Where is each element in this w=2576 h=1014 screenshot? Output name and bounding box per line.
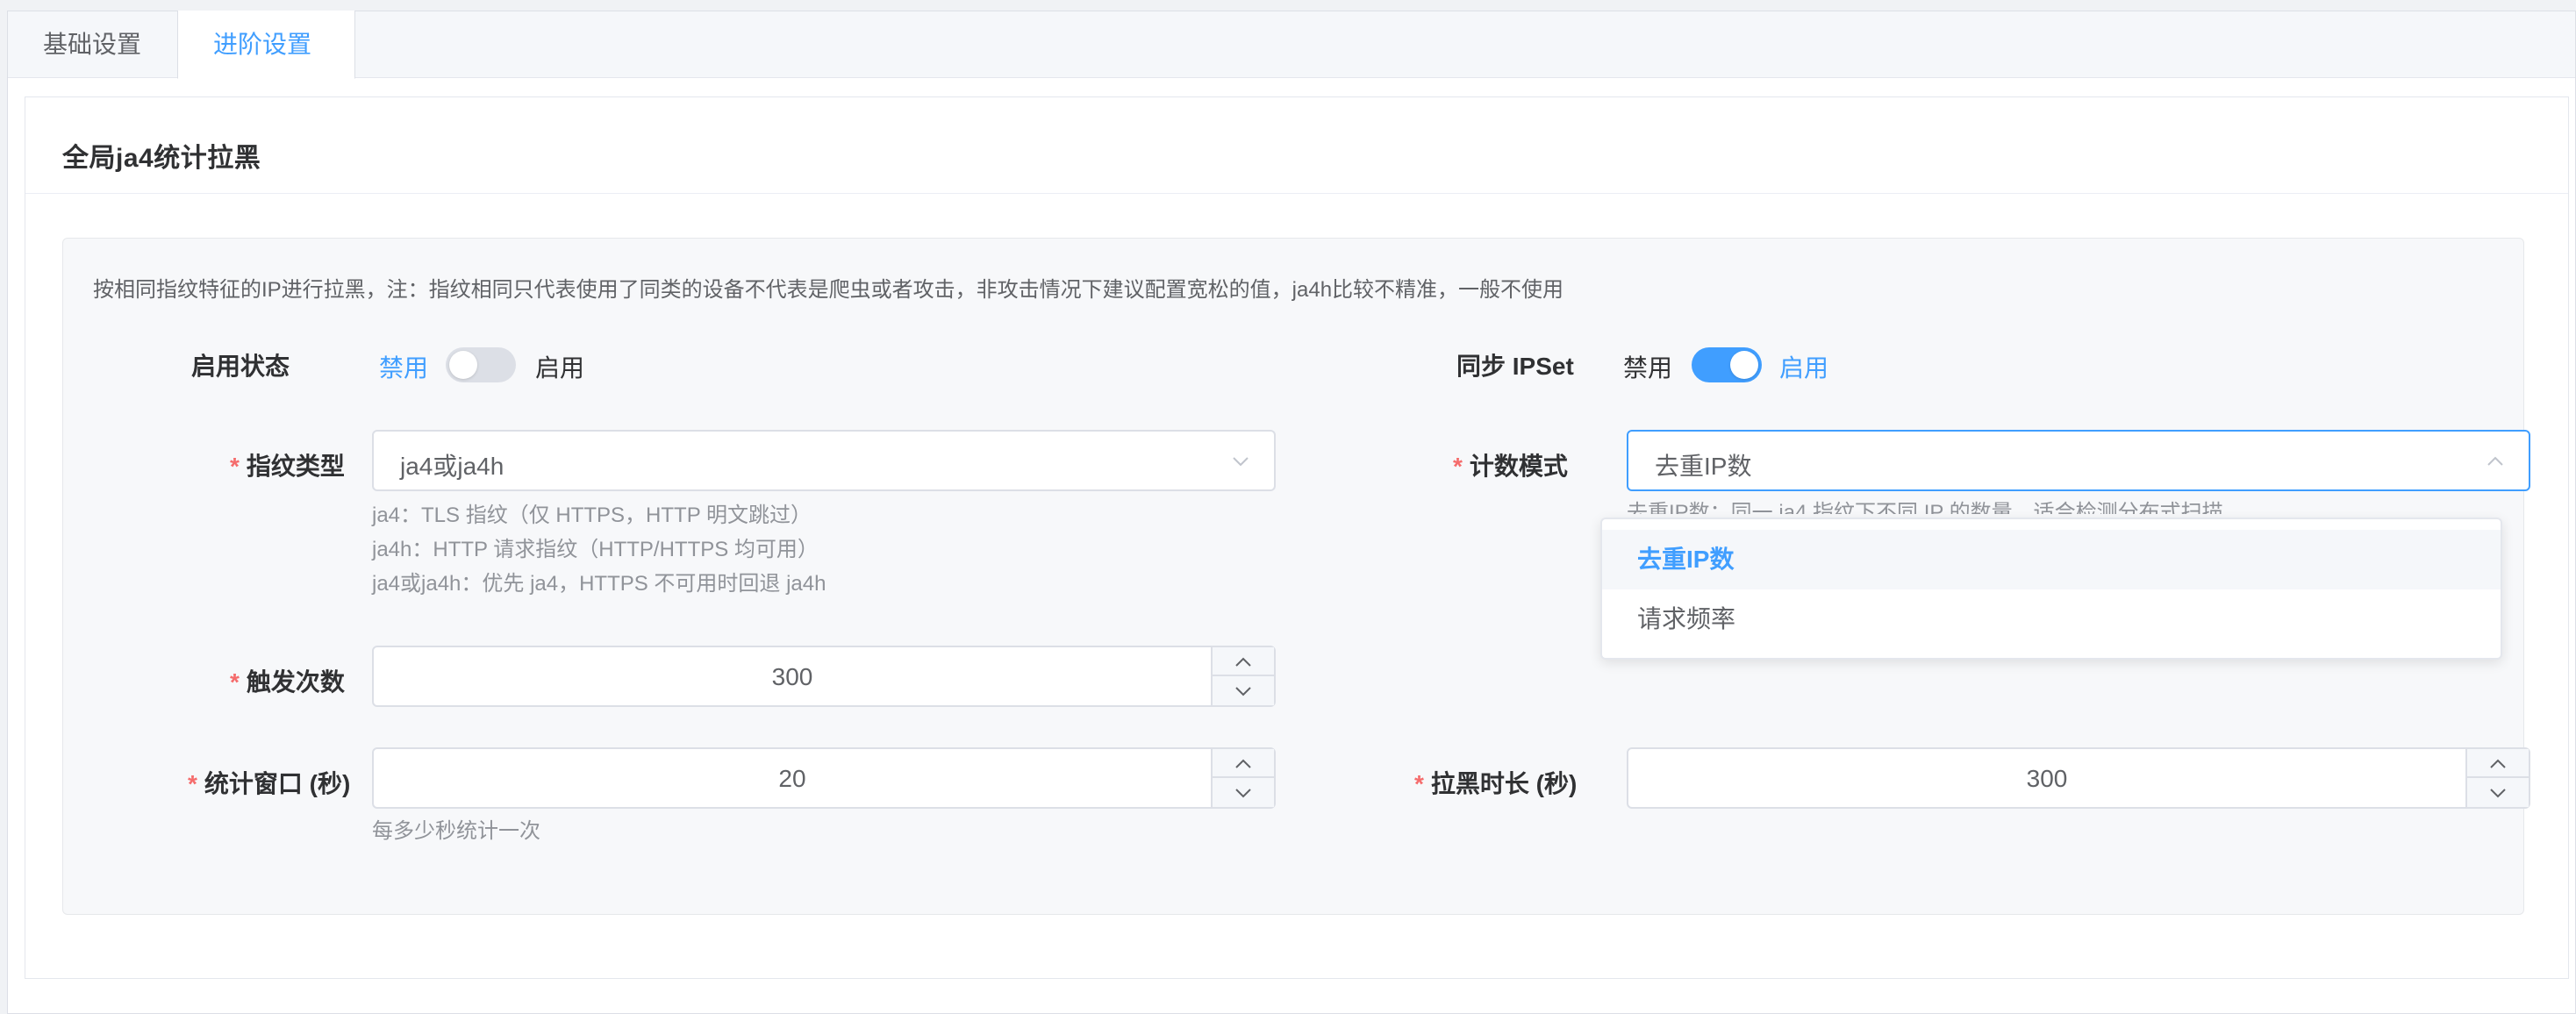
stat-window-input[interactable]: 20 (372, 747, 1276, 809)
sync-ipset-on-text[interactable]: 启用 (1779, 349, 1828, 384)
switch-knob (1730, 351, 1758, 379)
required-mark: * (188, 770, 197, 797)
increment-button[interactable] (1213, 749, 1274, 778)
count-mode-select[interactable]: 去重IP数 (1627, 430, 2530, 491)
count-mode-dropdown: 去重IP数 请求频率 (1600, 518, 2502, 660)
decrement-button[interactable] (1213, 778, 1274, 807)
required-mark: * (1414, 770, 1424, 797)
chevron-down-icon (1233, 457, 1249, 467)
switch-knob (449, 351, 477, 379)
stepper (1211, 749, 1274, 807)
increment-button[interactable] (1213, 647, 1274, 676)
stepper (1211, 647, 1274, 705)
trigger-count-label: * 触发次数 (230, 663, 345, 698)
chevron-up-icon (2487, 456, 2503, 466)
fingerprint-type-label: * 指纹类型 (230, 447, 345, 482)
dropdown-option-request-rate[interactable]: 请求频率 (1602, 589, 2501, 649)
required-mark: * (230, 453, 240, 480)
fingerprint-type-select[interactable]: ja4或ja4h (372, 430, 1276, 491)
fingerprint-type-label-text: 指纹类型 (246, 453, 345, 480)
increment-button[interactable] (2467, 749, 2529, 778)
count-mode-help: 去重IP数：同一 ja4 指纹下不同 IP 的数量，适合检测分布式扫描 (1627, 501, 2223, 514)
trigger-count-label-text: 触发次数 (246, 668, 345, 696)
dropdown-option-dedup-ip[interactable]: 去重IP数 (1602, 530, 2501, 589)
card-title: 全局ja4统计拉黑 (62, 144, 261, 173)
card-header: 全局ja4统计拉黑 (25, 97, 2568, 194)
chevron-down-icon (1235, 687, 1251, 696)
enable-status-on-text[interactable]: 启用 (535, 349, 584, 384)
count-mode-value: 去重IP数 (1655, 453, 1752, 480)
card-description: 按相同指纹特征的IP进行拉黑，注：指纹相同只代表使用了同类的设备不代表是爬虫或者… (93, 278, 1564, 302)
enable-status-switch[interactable] (446, 347, 516, 382)
stepper (2465, 749, 2529, 807)
required-mark: * (230, 668, 240, 696)
block-duration-label: * 拉黑时长 (秒) (1414, 765, 1577, 800)
sync-ipset-label: 同步 IPSet (1456, 353, 1574, 380)
stat-window-label-text: 统计窗口 (秒) (204, 770, 351, 797)
chevron-up-icon (1235, 657, 1251, 667)
fingerprint-type-value: ja4或ja4h (400, 453, 504, 480)
decrement-button[interactable] (1213, 676, 1274, 705)
block-duration-input[interactable]: 300 (1627, 747, 2530, 809)
decrement-button[interactable] (2467, 778, 2529, 807)
trigger-count-input[interactable]: 300 (372, 646, 1276, 707)
tab-advanced-settings[interactable]: 进阶设置 (177, 11, 355, 79)
block-duration-label-text: 拉黑时长 (秒) (1430, 770, 1578, 797)
sync-ipset-switch[interactable] (1692, 347, 1762, 382)
enable-status-label: 启用状态 (191, 353, 290, 380)
fingerprint-type-help: ja4：TLS 指纹（仅 HTTPS，HTTP 明文跳过） ja4h：HTTP … (372, 498, 826, 601)
stat-window-label: * 统计窗口 (秒) (188, 765, 350, 800)
trigger-count-value: 300 (771, 663, 813, 690)
chevron-down-icon (2490, 789, 2506, 798)
enable-status-off-text[interactable]: 禁用 (379, 349, 428, 384)
tab-basic-settings[interactable]: 基础设置 (7, 11, 178, 79)
chevron-down-icon (1235, 789, 1251, 798)
stat-window-help: 每多少秒统计一次 (372, 819, 540, 843)
count-mode-label: * 计数模式 (1453, 447, 1568, 482)
count-mode-label-text: 计数模式 (1469, 453, 1568, 480)
help-line: ja4：TLS 指纹（仅 HTTPS，HTTP 明文跳过） (372, 503, 812, 527)
required-mark: * (1453, 453, 1463, 480)
help-line: ja4或ja4h：优先 ja4，HTTPS 不可用时回退 ja4h (372, 572, 826, 596)
tab-bar: 基础设置 进阶设置 (7, 11, 2575, 79)
chevron-up-icon (2490, 759, 2506, 768)
block-duration-value: 300 (2026, 765, 2068, 792)
help-line: ja4h：HTTP 请求指纹（HTTP/HTTPS 均可用） (372, 538, 819, 561)
stat-window-value: 20 (778, 765, 806, 792)
chevron-up-icon (1235, 759, 1251, 768)
sync-ipset-off-text[interactable]: 禁用 (1623, 349, 1672, 384)
